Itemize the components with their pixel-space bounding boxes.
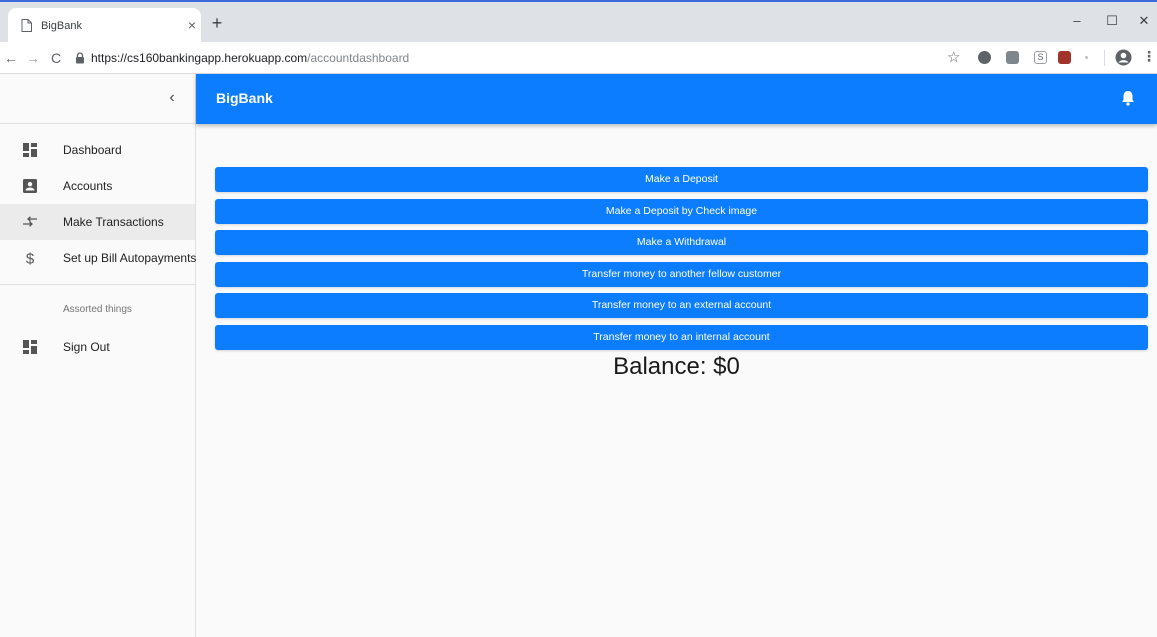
extension-shield-icon[interactable] — [978, 51, 991, 64]
sidebar-header: ‹ — [0, 74, 195, 124]
sidebar-section-header: Assorted things — [0, 285, 195, 329]
make-deposit-button[interactable]: Make a Deposit — [215, 167, 1148, 192]
sidebar-item-label: Sign Out — [63, 340, 110, 354]
extension-dot-icon[interactable] — [1085, 56, 1088, 59]
app-title: BigBank — [216, 90, 273, 106]
sidebar-item-label: Accounts — [63, 179, 113, 193]
lock-icon[interactable] — [75, 52, 85, 64]
make-withdrawal-button[interactable]: Make a Withdrawal — [215, 230, 1148, 256]
dashboard-icon — [23, 143, 37, 157]
address-bar[interactable]: https://cs160bankingapp.herokuapp.com/ac… — [91, 51, 409, 65]
sidebar-item-make-transactions[interactable]: Make Transactions — [0, 204, 195, 240]
extension-s-icon[interactable]: S — [1034, 51, 1047, 64]
transfer-external-account-button[interactable]: Transfer money to an external account — [215, 293, 1148, 319]
window-minimize-button[interactable]: – — [1060, 10, 1094, 32]
sidebar-item-bill-autopayments[interactable]: $ Set up Bill Autopayments — [0, 240, 197, 276]
section-header-label: Assorted things — [63, 304, 132, 315]
sidebar: ‹ Dashboard Accounts Make Transactions $… — [0, 74, 196, 637]
sidebar-nav: Dashboard Accounts Make Transactions $ S… — [0, 124, 197, 365]
sidebar-item-dashboard[interactable]: Dashboard — [0, 132, 195, 168]
window-close-button[interactable]: ✕ — [1127, 10, 1157, 32]
sidebar-item-label: Make Transactions — [63, 215, 164, 229]
url-path: /accountdashboard — [307, 51, 410, 65]
transfer-internal-account-button[interactable]: Transfer money to an internal account — [215, 324, 1148, 350]
transfer-fellow-customer-button[interactable]: Transfer money to another fellow custome… — [215, 261, 1148, 287]
account-box-icon — [23, 179, 37, 193]
new-tab-button[interactable]: + — [207, 12, 227, 34]
dollar-icon: $ — [26, 251, 35, 265]
bookmark-star-icon[interactable]: ☆ — [947, 48, 960, 66]
url-host: https://cs160bankingapp.herokuapp.com — [91, 51, 308, 65]
browser-toolbar: ← → C https://cs160bankingapp.herokuapp.… — [0, 42, 1157, 74]
browser-menu-icon[interactable]: ⋮ — [1142, 48, 1156, 65]
forward-button[interactable]: → — [24, 49, 42, 67]
tab-close-icon[interactable]: × — [184, 16, 200, 34]
back-button[interactable]: ← — [2, 49, 20, 67]
profile-avatar-icon[interactable] — [1115, 49, 1132, 66]
chevron-left-icon[interactable]: ‹ — [162, 88, 182, 108]
extension-red-icon[interactable] — [1058, 51, 1071, 64]
extension-store-icon[interactable] — [1006, 51, 1019, 64]
reload-button[interactable]: C — [47, 49, 65, 67]
sidebar-item-accounts[interactable]: Accounts — [0, 168, 195, 204]
page-icon — [21, 19, 32, 32]
sidebar-item-sign-out[interactable]: Sign Out — [0, 329, 195, 365]
tab-title: BigBank — [41, 20, 82, 32]
sidebar-item-label: Dashboard — [63, 143, 122, 157]
sidebar-item-label: Set up Bill Autopayments — [63, 251, 197, 265]
browser-tab[interactable]: BigBank × — [8, 8, 201, 44]
browser-tab-strip: BigBank × + – ☐ ✕ — [0, 0, 1157, 44]
main-content: Make a Deposit Make a Deposit by Check i… — [196, 124, 1157, 637]
dashboard-icon — [23, 340, 37, 354]
balance-display: Balance: $0 — [613, 353, 740, 380]
swap-arrows-icon — [23, 216, 37, 227]
deposit-check-image-button[interactable]: Make a Deposit by Check image — [215, 198, 1148, 224]
window-maximize-button[interactable]: ☐ — [1095, 10, 1129, 32]
app-bar: BigBank — [196, 74, 1157, 124]
bell-icon[interactable] — [1121, 90, 1135, 106]
svg-text:$: $ — [26, 251, 35, 265]
transaction-actions: Make a Deposit Make a Deposit by Check i… — [215, 167, 1148, 357]
toolbar-divider — [1104, 50, 1105, 66]
